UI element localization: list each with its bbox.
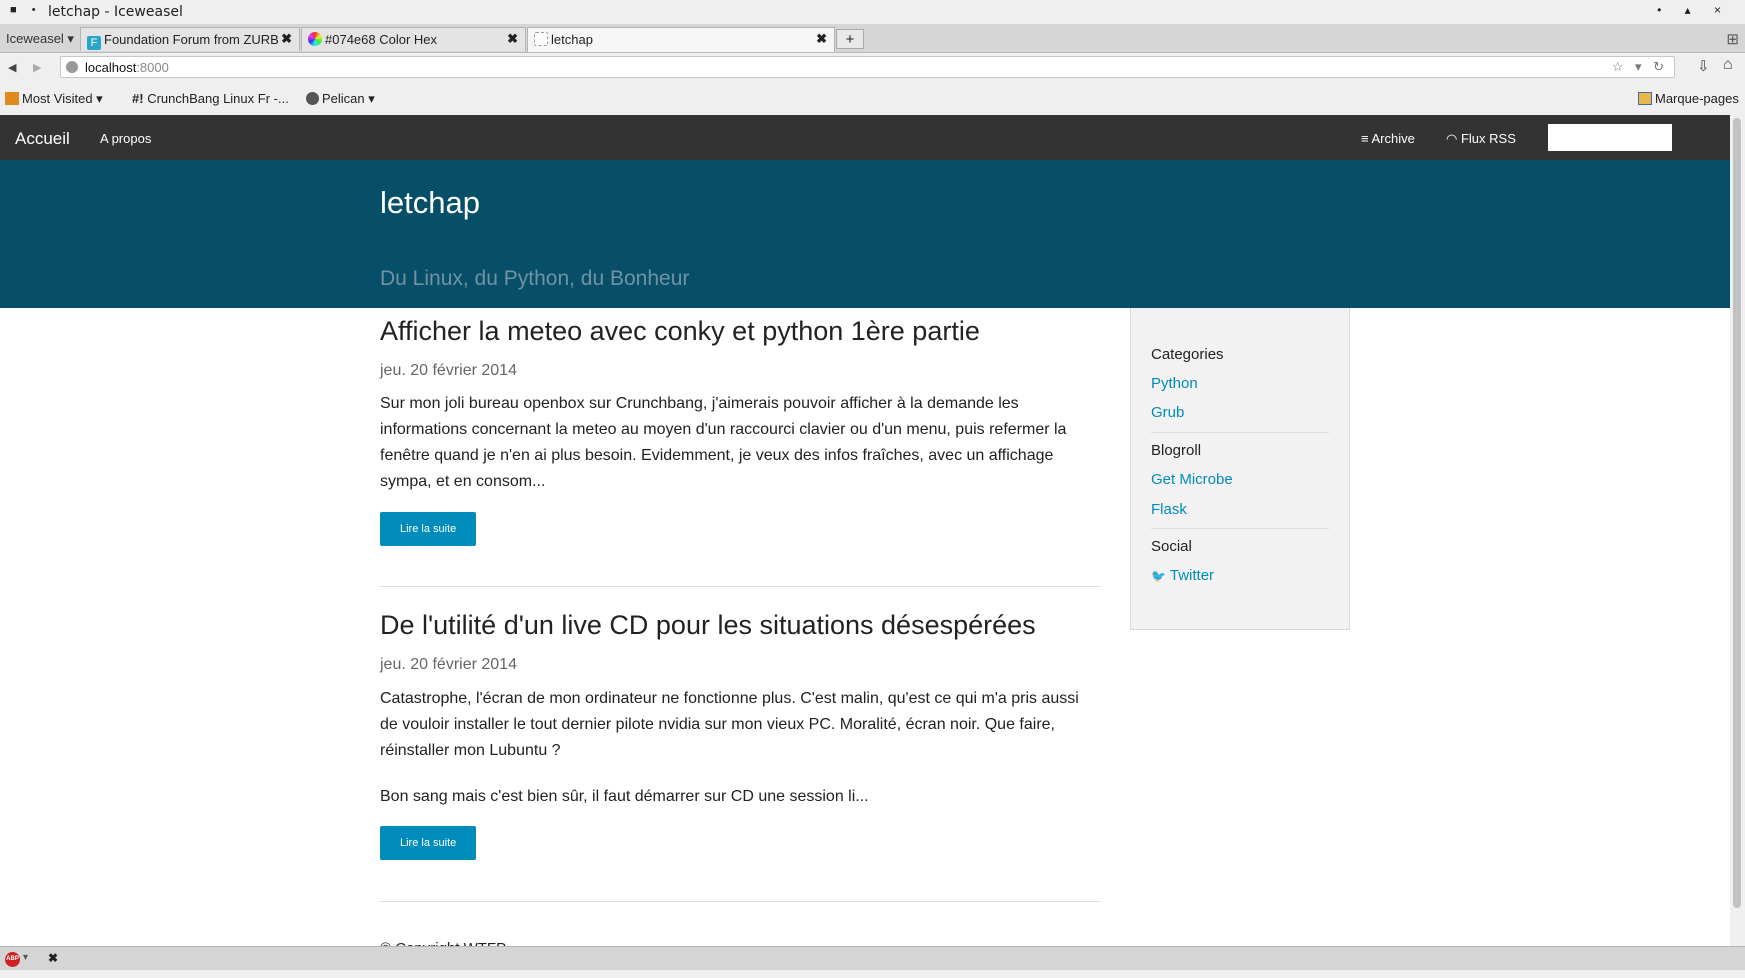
article-excerpt: Bon sang mais c'est bien sûr, il faut dé… [380,788,869,805]
article-summary: De l'utilité d'un live CD pour les situa… [380,610,1100,860]
nav-link-a-propos[interactable]: A propos [100,131,151,146]
close-addon-bar-icon[interactable]: ✖ [48,951,58,965]
blank-page-favicon-icon [534,32,548,46]
bookmark-most-visited[interactable]: Most Visited ▾ [5,91,103,107]
site-title: letchap [380,185,480,220]
app-menu-button[interactable]: Iceweasel ▾ [6,31,74,47]
categories-heading: Categories [1151,346,1224,363]
pelican-icon [306,92,319,105]
category-link-grub[interactable]: Grub [1151,404,1184,421]
bookmarks-toolbar: Most Visited ▾ #! CrunchBang Linux Fr -.… [0,83,1745,116]
page-scrollbar[interactable] [1730,115,1745,946]
site-tagline: Du Linux, du Python, du Bonheur [380,267,690,290]
article-title-link[interactable]: De l'utilité d'un live CD pour les situa… [380,610,1100,641]
bookmark-crunchbang[interactable]: #! CrunchBang Linux Fr -... [132,91,289,106]
article-divider [380,586,1100,587]
adblock-icon[interactable]: ABP [5,952,20,967]
window-titlebar: ■ • letchap - Iceweasel • ▴ × [0,0,1745,24]
forward-icon[interactable]: ▶ [33,61,41,74]
article-date: jeu. 20 février 2014 [380,656,517,673]
site-brand-link[interactable]: Accueil [15,129,70,149]
tab-close-icon[interactable]: ✖ [281,31,292,47]
window-menu-icon[interactable]: ■ • [10,4,42,16]
scrollbar-thumb[interactable] [1733,118,1741,908]
foundation-favicon-icon: F [87,36,101,50]
sidebar: Categories Python Grub Blogroll Get Micr… [1130,308,1350,630]
window-bottom-edge [0,970,1745,978]
tab-label: letchap [551,32,593,47]
article-excerpt: Sur mon joli bureau openbox sur Crunchba… [380,395,1067,490]
tab-foundation-forum[interactable]: F Foundation Forum from ZURB ✖ [80,27,300,51]
url-port: :8000 [136,60,169,75]
home-icon[interactable]: ⌂ [1723,56,1733,74]
crunchbang-icon: #! [132,91,144,106]
adblock-menu-icon[interactable]: ▾ [23,952,28,963]
window-controls[interactable]: • ▴ × [1657,3,1731,17]
rss-icon: ◠ [1446,131,1458,146]
tab-label: Foundation Forum from ZURB [104,32,279,47]
url-host: localhost [85,60,137,75]
colorwheel-favicon-icon [308,32,322,46]
social-heading: Social [1151,538,1192,555]
blogroll-link-get-microbe[interactable]: Get Microbe [1151,471,1233,488]
social-link-label: Twitter [1169,567,1215,584]
nav-link-archive[interactable]: ≡ Archive [1361,131,1415,146]
back-icon[interactable]: ◀ [8,61,16,74]
bookmarks-menu-button[interactable]: Marque-pages [1638,91,1739,106]
bookmark-label: CrunchBang Linux Fr -... [147,91,289,106]
blogroll-heading: Blogroll [1151,442,1202,459]
download-icon[interactable]: ⇩ [1697,57,1710,75]
tab-close-icon[interactable]: ✖ [507,31,518,47]
navigation-toolbar: ◀ ▶ localhost:8000 ☆ ▾ ↻ ⇩ ⌂ [0,53,1745,83]
bookmark-star-reload-icons[interactable]: ☆ ▾ ↻ [1612,59,1668,75]
list-all-tabs-icon[interactable]: ⊞ [1726,30,1739,48]
site-search-input[interactable] [1548,124,1672,151]
article-date: jeu. 20 février 2014 [380,362,517,379]
twitter-icon: 🐦 [1151,569,1166,583]
read-more-button[interactable]: Lire la suite [380,826,477,860]
sidebar-divider [1151,432,1329,433]
social-link-twitter[interactable]: 🐦 Twitter [1151,567,1214,584]
tab-label: #074e68 Color Hex [325,32,438,47]
site-identity-icon[interactable] [66,61,78,73]
tab-bar: Iceweasel ▾ F Foundation Forum from ZURB … [0,24,1745,53]
window-title: letchap - Iceweasel [48,4,183,20]
folder-icon [5,92,19,105]
read-more-button[interactable]: Lire la suite [380,512,477,546]
site-top-nav: Accueil A propos ≡ Archive ◠ Flux RSS [0,115,1730,160]
bookmark-label: Most Visited ▾ [22,91,103,106]
sidebar-divider [1151,528,1329,529]
article-excerpt: Catastrophe, l'écran de mon ordinateur n… [380,690,1079,759]
article-title-link[interactable]: Afficher la meteo avec conky et python 1… [380,316,1100,347]
blogroll-link-flask[interactable]: Flask [1151,501,1187,518]
article-divider [380,901,1100,902]
tab-close-icon[interactable]: ✖ [816,31,827,47]
new-tab-button[interactable]: + [836,29,864,49]
bookmark-label: Pelican ▾ [322,91,375,106]
tab-letchap[interactable]: letchap ✖ [527,27,835,52]
nav-link-rss[interactable]: ◠ Flux RSS [1446,131,1516,147]
category-link-python[interactable]: Python [1151,375,1198,392]
nav-link-label: Archive [1371,131,1415,146]
list-icon: ≡ [1361,131,1369,146]
nav-link-label: Flux RSS [1460,131,1516,146]
bookmarks-menu-icon [1638,92,1652,105]
url-bar[interactable]: localhost:8000 ☆ ▾ ↻ [60,56,1675,78]
tab-color-hex[interactable]: #074e68 Color Hex ✖ [301,27,526,51]
addon-bar: ABP ▾ ✖ [0,946,1745,971]
bookmark-pelican[interactable]: Pelican ▾ [306,91,375,107]
bookmarks-menu-label: Marque-pages [1655,91,1739,106]
article-summary: Afficher la meteo avec conky et python 1… [380,316,1100,546]
site-header: letchap Du Linux, du Python, du Bonheur [0,160,1730,308]
